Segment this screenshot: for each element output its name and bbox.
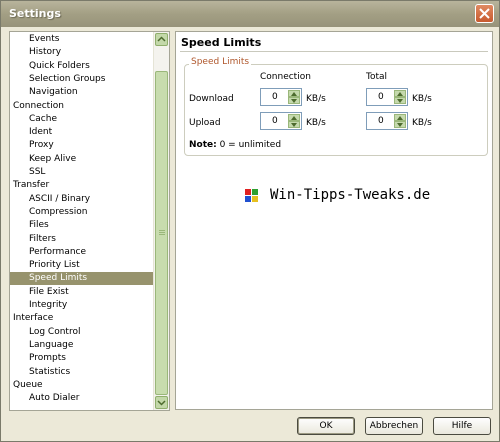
- tree-item[interactable]: Connection: [10, 100, 158, 113]
- close-icon[interactable]: [475, 4, 494, 23]
- panel-title: Speed Limits: [181, 36, 262, 49]
- title-bar[interactable]: Settings: [1, 1, 499, 27]
- help-button[interactable]: Hilfe: [433, 417, 491, 435]
- row-upload-label: Upload: [189, 118, 221, 128]
- tree-item[interactable]: Speed Limits: [10, 272, 169, 286]
- spin-down-icon[interactable]: [288, 97, 300, 104]
- watermark-text: Win-Tipps-Tweaks.de: [270, 187, 431, 203]
- tree-item[interactable]: Proxy: [10, 139, 169, 152]
- tree-item[interactable]: Keep Alive: [10, 153, 169, 166]
- upload-connection-stepper[interactable]: 0: [260, 112, 302, 130]
- note-label: Note:: [189, 140, 217, 150]
- upload-total-stepper[interactable]: 0: [366, 112, 408, 130]
- download-connection-value[interactable]: 0: [272, 92, 278, 102]
- spin-down-icon[interactable]: [394, 97, 406, 104]
- tree-item[interactable]: ASCII / Binary: [10, 193, 169, 206]
- group-title: Speed Limits: [189, 57, 252, 67]
- tree-item[interactable]: Events: [10, 33, 169, 46]
- cancel-button[interactable]: Abbrechen: [365, 417, 423, 435]
- tree-item[interactable]: Language: [10, 339, 169, 352]
- upload-total-value[interactable]: 0: [378, 116, 384, 126]
- download-total-unit: KB/s: [412, 94, 432, 104]
- settings-panel: Speed Limits Speed Limits Connection Tot…: [175, 31, 493, 410]
- tree-item[interactable]: SSL: [10, 166, 169, 179]
- spin-down-icon[interactable]: [394, 121, 406, 128]
- settings-tree: Events History Quick Folders Selection Grou…: [9, 31, 170, 411]
- download-total-value[interactable]: 0: [378, 92, 384, 102]
- spin-up-icon[interactable]: [394, 114, 406, 121]
- spin-down-icon[interactable]: [288, 121, 300, 128]
- settings-window: Settings Events History Quick Folders Selec…: [0, 0, 500, 442]
- tree-item[interactable]: File Exist: [10, 286, 169, 299]
- upload-connection-value[interactable]: 0: [272, 116, 278, 126]
- tree-item[interactable]: Filters: [10, 233, 169, 246]
- download-connection-unit: KB/s: [306, 94, 326, 104]
- scroll-up-button[interactable]: [155, 33, 168, 46]
- note-value: 0 = unlimited: [216, 140, 282, 150]
- tree-item[interactable]: Quick Folders: [10, 60, 169, 73]
- tree-item[interactable]: Integrity: [10, 299, 169, 312]
- upload-total-unit: KB/s: [412, 118, 432, 128]
- chevron-down-icon: [157, 400, 166, 406]
- tree-item[interactable]: Selection Groups: [10, 73, 169, 86]
- tree-item[interactable]: Prompts: [10, 352, 169, 365]
- spin-up-icon[interactable]: [394, 90, 406, 97]
- tree-item[interactable]: Queue: [10, 379, 158, 392]
- spin-up-icon[interactable]: [288, 90, 300, 97]
- scroll-down-button[interactable]: [155, 396, 168, 409]
- column-connection-label: Connection: [260, 72, 311, 82]
- tree-item[interactable]: Ident: [10, 126, 169, 139]
- column-total-label: Total: [366, 72, 388, 82]
- row-download-label: Download: [189, 94, 234, 104]
- tree-item[interactable]: Interface: [10, 312, 158, 325]
- ok-button[interactable]: OK: [297, 417, 355, 435]
- tree-item[interactable]: History: [10, 46, 169, 59]
- window-title: Settings: [9, 7, 61, 20]
- tree-item[interactable]: Navigation: [10, 86, 169, 99]
- chevron-up-icon: [157, 36, 166, 42]
- tree-item[interactable]: Statistics: [10, 366, 169, 379]
- tree-item[interactable]: Performance: [10, 246, 169, 259]
- note-text: Note: 0 = unlimited: [189, 140, 281, 150]
- tree-item[interactable]: Transfer: [10, 179, 158, 192]
- upload-connection-unit: KB/s: [306, 118, 326, 128]
- spin-up-icon[interactable]: [288, 114, 300, 121]
- windows-logo-icon: [245, 189, 258, 202]
- header-divider: [180, 51, 488, 52]
- tree-item[interactable]: Compression: [10, 206, 169, 219]
- download-total-stepper[interactable]: 0: [366, 88, 408, 106]
- tree-item[interactable]: Files: [10, 219, 169, 232]
- tree-item[interactable]: Auto Dialer: [10, 392, 169, 405]
- tree-item[interactable]: Log Control: [10, 326, 169, 339]
- tree-item[interactable]: Priority List: [10, 259, 169, 272]
- scroll-thumb[interactable]: [155, 71, 168, 395]
- tree-scrollbar[interactable]: [153, 32, 169, 410]
- download-connection-stepper[interactable]: 0: [260, 88, 302, 106]
- tree-item[interactable]: Cache: [10, 113, 169, 126]
